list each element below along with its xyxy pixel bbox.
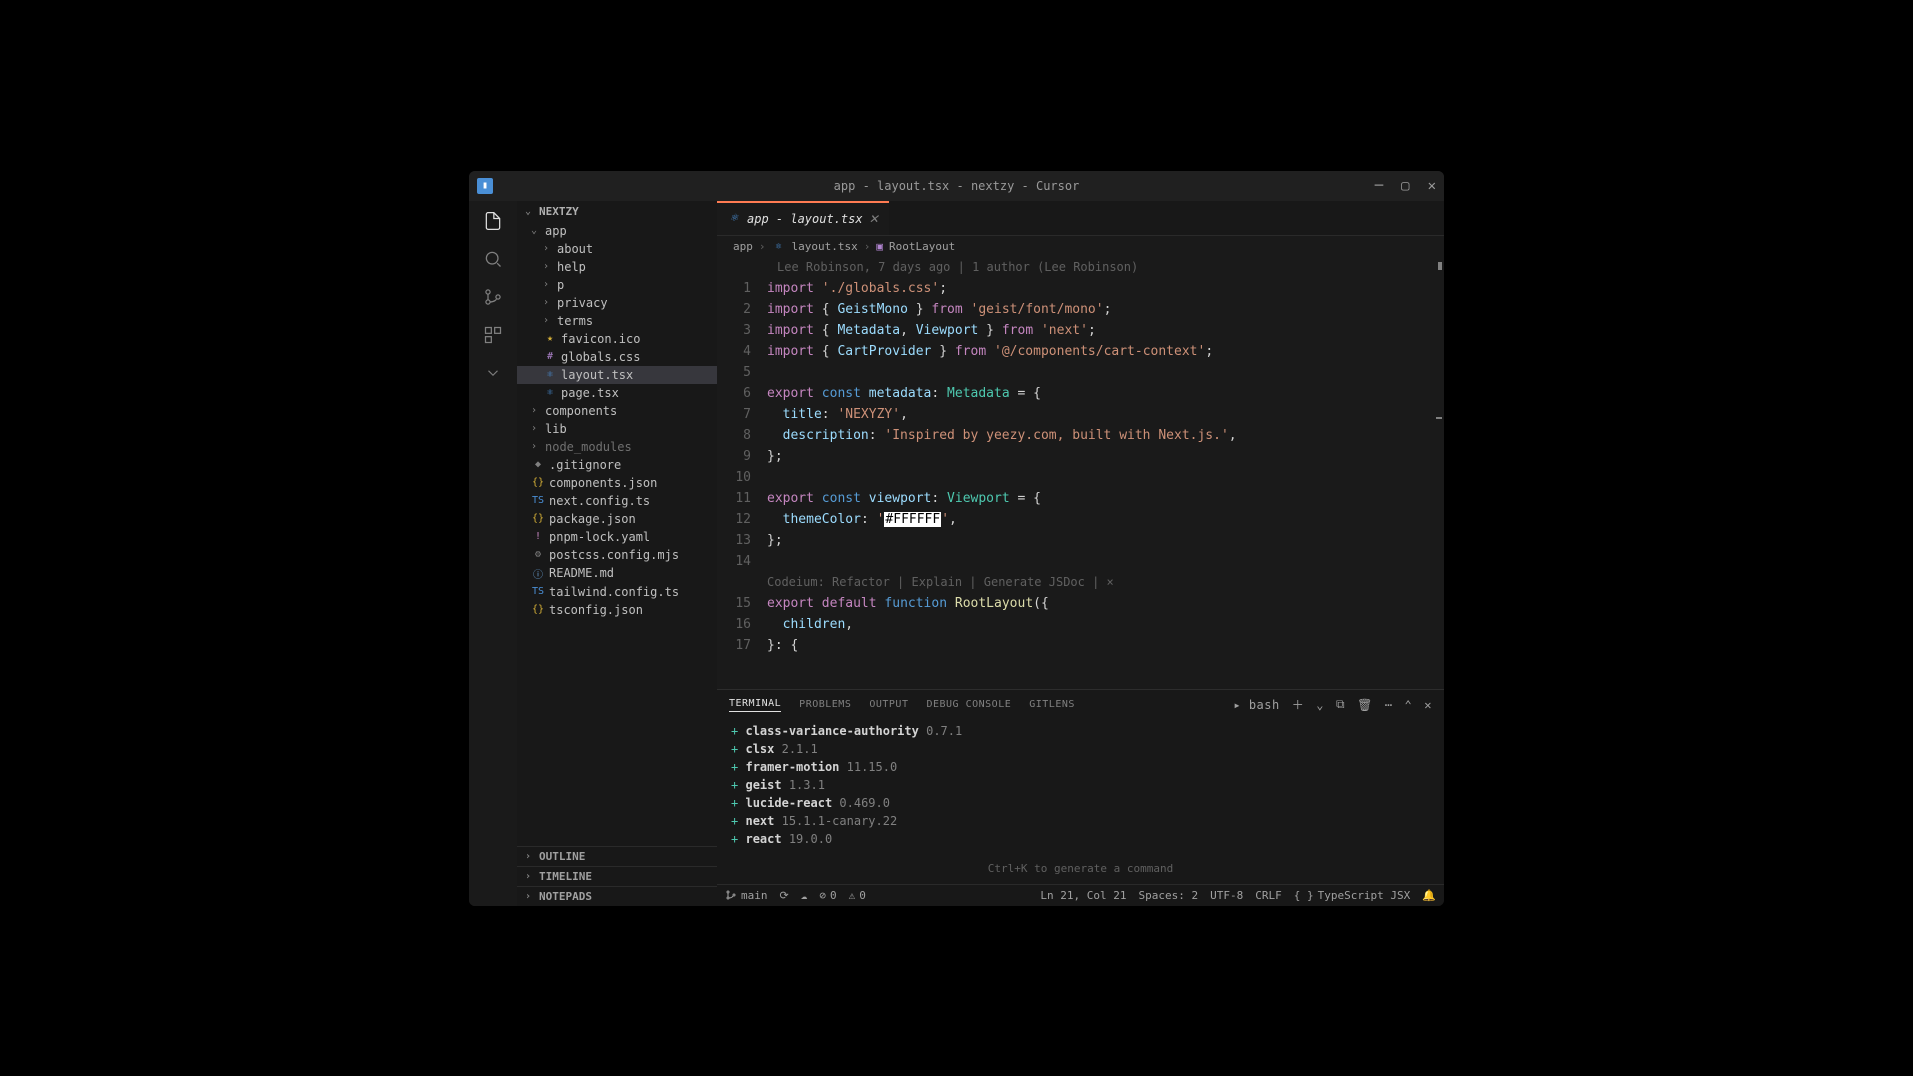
chevron-down-icon[interactable]: ⌄ bbox=[1316, 698, 1324, 712]
encoding-indicator[interactable]: UTF-8 bbox=[1210, 889, 1243, 902]
editor[interactable]: Lee Robinson, 7 days ago | 1 author (Lee… bbox=[717, 257, 1444, 689]
window-title: app - layout.tsx - nextzy - Cursor bbox=[834, 179, 1080, 193]
language-indicator[interactable]: { } TypeScript JSX bbox=[1294, 889, 1411, 902]
sync-icon[interactable]: ⟳ bbox=[780, 889, 789, 902]
terminal-body[interactable]: + class-variance-authority 0.7.1 + clsx … bbox=[717, 720, 1444, 884]
indent-indicator[interactable]: Spaces: 2 bbox=[1138, 889, 1198, 902]
file-globals-css[interactable]: #globals.css bbox=[517, 348, 717, 366]
timeline-section[interactable]: ›TIMELINE bbox=[517, 866, 717, 886]
extensions-icon[interactable] bbox=[481, 323, 505, 347]
statusbar: main ⟳ ☁ ⊘ 0 ⚠ 0 Ln 21, Col 21 Spaces: 2… bbox=[717, 884, 1444, 906]
maximize-icon[interactable]: ▢ bbox=[1401, 178, 1409, 194]
tab-row: ⚛ app - layout.tsx ✕ bbox=[717, 201, 1444, 236]
more-icon[interactable]: ⋯ bbox=[1385, 698, 1393, 712]
activity-bar bbox=[469, 201, 517, 906]
git-blame-lens[interactable]: Lee Robinson, 7 days ago | 1 author (Lee… bbox=[717, 257, 1444, 278]
react-icon: ⚛ bbox=[772, 241, 786, 252]
tab-label: app - layout.tsx bbox=[747, 212, 863, 226]
codeium-lens[interactable]: Codeium: Refactor | Explain | Generate J… bbox=[767, 572, 1114, 593]
app-logo-icon: ▮ bbox=[477, 178, 493, 194]
cloud-icon[interactable]: ☁ bbox=[801, 889, 808, 902]
breadcrumb[interactable]: app › ⚛ layout.tsx › ▣ RootLayout bbox=[717, 236, 1444, 257]
tab-terminal[interactable]: TERMINAL bbox=[729, 698, 781, 712]
terminal-hint: Ctrl+K to generate a command bbox=[988, 860, 1173, 878]
error-count[interactable]: ⊘ 0 bbox=[819, 889, 836, 902]
chevron-down-icon[interactable] bbox=[481, 361, 505, 385]
react-icon: ⚛ bbox=[727, 213, 741, 224]
outline-section[interactable]: ›OUTLINE bbox=[517, 846, 717, 866]
notepads-section[interactable]: ›NOTEPADS bbox=[517, 886, 717, 906]
tab-gitlens[interactable]: GITLENS bbox=[1029, 699, 1075, 710]
close-icon[interactable]: ✕ bbox=[1428, 178, 1436, 194]
file-package-json[interactable]: {}package.json bbox=[517, 510, 717, 528]
folder-p[interactable]: ›p bbox=[517, 276, 717, 294]
file-favicon[interactable]: ★favicon.ico bbox=[517, 330, 717, 348]
editor-window: ▮ app - layout.tsx - nextzy - Cursor ─ ▢… bbox=[469, 171, 1444, 906]
source-control-icon[interactable] bbox=[481, 285, 505, 309]
sidebar: ⌄NEXTZY ⌄app ›about ›help ›p ›privacy ›t… bbox=[517, 201, 717, 906]
tab-layout-tsx[interactable]: ⚛ app - layout.tsx ✕ bbox=[717, 201, 889, 235]
eol-indicator[interactable]: CRLF bbox=[1255, 889, 1282, 902]
file-readme[interactable]: ⓘREADME.md bbox=[517, 564, 717, 583]
minimap-indicator bbox=[1438, 262, 1442, 270]
breadcrumb-symbol[interactable]: RootLayout bbox=[889, 240, 955, 253]
close-panel-icon[interactable]: ✕ bbox=[1424, 698, 1432, 712]
panel: TERMINAL PROBLEMS OUTPUT DEBUG CONSOLE G… bbox=[717, 689, 1444, 884]
chevron-up-icon[interactable]: ⌃ bbox=[1405, 698, 1413, 712]
cursor-position[interactable]: Ln 21, Col 21 bbox=[1040, 889, 1126, 902]
shell-indicator[interactable]: ▸ bash bbox=[1233, 698, 1279, 712]
file-components-json[interactable]: {}components.json bbox=[517, 474, 717, 492]
tab-debug-console[interactable]: DEBUG CONSOLE bbox=[926, 699, 1011, 710]
file-gitignore[interactable]: ◆.gitignore bbox=[517, 456, 717, 474]
breadcrumb-app[interactable]: app bbox=[733, 240, 753, 253]
file-postcss-config[interactable]: ⚙postcss.config.mjs bbox=[517, 546, 717, 564]
breadcrumb-file[interactable]: layout.tsx bbox=[792, 240, 858, 253]
explorer-icon[interactable] bbox=[481, 209, 505, 233]
folder-help[interactable]: ›help bbox=[517, 258, 717, 276]
file-tailwind-config[interactable]: TStailwind.config.ts bbox=[517, 583, 717, 601]
titlebar[interactable]: ▮ app - layout.tsx - nextzy - Cursor ─ ▢… bbox=[469, 171, 1444, 201]
file-tsconfig[interactable]: {}tsconfig.json bbox=[517, 601, 717, 619]
folder-terms[interactable]: ›terms bbox=[517, 312, 717, 330]
tab-problems[interactable]: PROBLEMS bbox=[799, 699, 851, 710]
folder-lib[interactable]: ›lib bbox=[517, 420, 717, 438]
folder-components[interactable]: ›components bbox=[517, 402, 717, 420]
file-layout-tsx[interactable]: ⚛layout.tsx bbox=[517, 366, 717, 384]
trash-icon[interactable]: 🗑 bbox=[1357, 698, 1373, 712]
folder-node-modules[interactable]: ›node_modules bbox=[517, 438, 717, 456]
branch-indicator[interactable]: main bbox=[725, 889, 768, 902]
search-icon[interactable] bbox=[481, 247, 505, 271]
folder-privacy[interactable]: ›privacy bbox=[517, 294, 717, 312]
bell-icon[interactable]: 🔔 bbox=[1422, 889, 1436, 902]
tab-close-icon[interactable]: ✕ bbox=[869, 212, 879, 226]
file-page-tsx[interactable]: ⚛page.tsx bbox=[517, 384, 717, 402]
tab-output[interactable]: OUTPUT bbox=[869, 699, 908, 710]
project-header[interactable]: ⌄NEXTZY bbox=[517, 201, 717, 222]
symbol-icon: ▣ bbox=[876, 240, 883, 253]
folder-app[interactable]: ⌄app bbox=[517, 222, 717, 240]
folder-about[interactable]: ›about bbox=[517, 240, 717, 258]
split-terminal-icon[interactable]: ⧉ bbox=[1336, 697, 1345, 712]
new-terminal-icon[interactable]: ＋ bbox=[1292, 696, 1305, 713]
warning-count[interactable]: ⚠ 0 bbox=[849, 889, 866, 902]
file-pnpm-lock[interactable]: !pnpm-lock.yaml bbox=[517, 528, 717, 546]
minimize-icon[interactable]: ─ bbox=[1375, 178, 1383, 194]
file-next-config[interactable]: TSnext.config.ts bbox=[517, 492, 717, 510]
minimap-indicator bbox=[1436, 417, 1442, 419]
